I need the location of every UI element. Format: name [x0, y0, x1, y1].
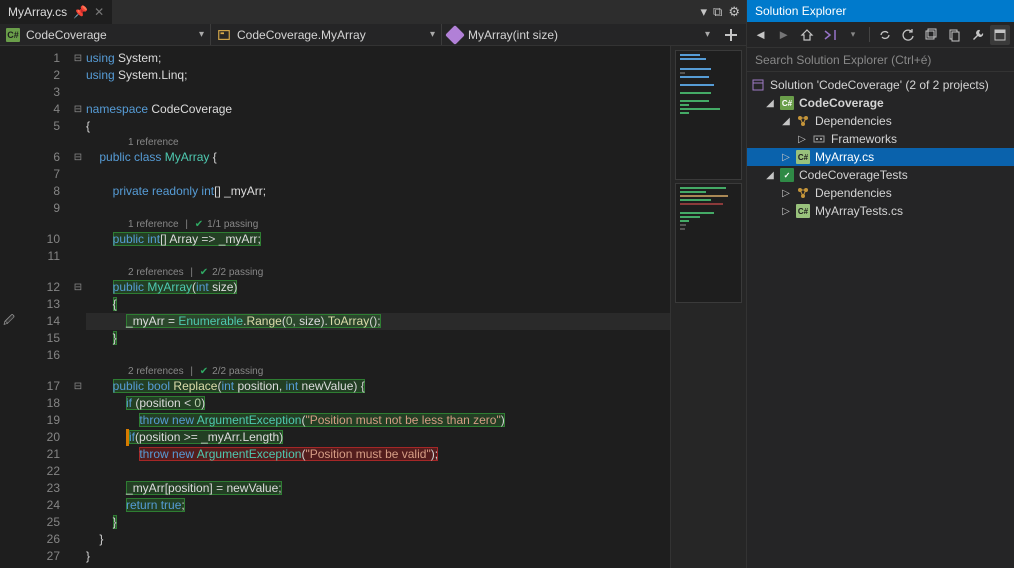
- nav-class-label: CodeCoverage.MyArray: [237, 28, 366, 42]
- codelens-replace[interactable]: 2 references | ✔ 2/2 passing: [86, 364, 670, 378]
- pin-icon[interactable]: 📌: [73, 5, 88, 19]
- caret-right-icon[interactable]: ▷: [781, 188, 791, 199]
- dependencies-icon: [796, 114, 810, 128]
- caret-down-icon[interactable]: ◢: [765, 170, 775, 181]
- tree-file[interactable]: ▷ C# MyArrayTests.cs: [747, 202, 1014, 220]
- forward-button[interactable]: ►: [774, 25, 793, 45]
- solution-tree[interactable]: Solution 'CodeCoverage' (2 of 2 projects…: [747, 72, 1014, 568]
- editor-margin: 🖉: [0, 46, 18, 568]
- tree-label: Frameworks: [831, 132, 897, 146]
- preview-button[interactable]: [990, 25, 1010, 45]
- caret-down-icon[interactable]: ◢: [765, 98, 775, 109]
- class-icon: [217, 28, 231, 42]
- solution-explorer-pane: Solution Explorer ◄ ► ▾: [746, 0, 1014, 568]
- split-icon: [724, 28, 738, 42]
- chevron-down-icon: ▾: [430, 29, 435, 40]
- line-number-gutter[interactable]: 1 2 3 4 5 6 7 8 9 10 11 12 13 14 15 16 1…: [18, 46, 70, 568]
- split-window-button[interactable]: [716, 24, 746, 45]
- csharp-icon: C#: [6, 28, 20, 42]
- tree-label: Dependencies: [815, 186, 892, 200]
- home-icon: [800, 28, 814, 42]
- close-icon[interactable]: ✕: [94, 5, 104, 19]
- solution-search-input[interactable]: Search Solution Explorer (Ctrl+é): [747, 48, 1014, 72]
- code-navigation-bar: C# CodeCoverage ▾ CodeCoverage.MyArray ▾…: [0, 24, 746, 46]
- caret-down-icon[interactable]: ◢: [781, 116, 791, 127]
- switch-views-button[interactable]: [820, 25, 839, 45]
- document-tab-strip: MyArray.cs 📌 ✕ ▾ ⧉ ⚙: [0, 0, 746, 24]
- files-icon: [947, 28, 961, 42]
- tree-label: MyArrayTests.cs: [815, 204, 903, 218]
- nav-namespace-dropdown[interactable]: C# CodeCoverage ▾: [0, 24, 210, 45]
- tree-dependencies[interactable]: ◢ Dependencies: [747, 112, 1014, 130]
- tree-file-selected[interactable]: ▷ C# MyArray.cs: [747, 148, 1014, 166]
- editor-pane: MyArray.cs 📌 ✕ ▾ ⧉ ⚙ C# CodeCoverage ▾ C…: [0, 0, 746, 568]
- code-text-area[interactable]: using System; using System.Linq; namespa…: [86, 46, 670, 568]
- framework-icon: [812, 132, 826, 146]
- tree-label: MyArray.cs: [815, 150, 874, 164]
- caret-right-icon[interactable]: ▷: [781, 206, 791, 217]
- properties-button[interactable]: [968, 25, 988, 45]
- caret-right-icon[interactable]: ▷: [781, 152, 791, 163]
- preview-icon: [993, 28, 1007, 42]
- outline-fold-gutter[interactable]: ⊟⊟ ⊟ ⊟ ⊟: [70, 46, 86, 568]
- tree-label: Dependencies: [815, 114, 892, 128]
- back-button[interactable]: ◄: [751, 25, 770, 45]
- refresh-icon: [901, 28, 915, 42]
- nav-namespace-label: CodeCoverage: [26, 28, 107, 42]
- codelens-class[interactable]: 1 reference: [86, 135, 670, 149]
- settings-gear-icon[interactable]: ⚙: [728, 4, 740, 20]
- caret-right-icon[interactable]: ▷: [797, 134, 807, 145]
- tree-label: CodeCoverageTests: [799, 168, 908, 182]
- method-icon: [448, 28, 462, 42]
- panel-title[interactable]: Solution Explorer: [747, 0, 1014, 22]
- toolbox-split-icon[interactable]: ⧉: [713, 4, 722, 20]
- code-map-scrollbar[interactable]: [670, 46, 746, 568]
- sync-icon: [878, 28, 892, 42]
- code-editor-body: 🖉 1 2 3 4 5 6 7 8 9 10 11 12 13 14 15 16: [0, 46, 746, 568]
- csharp-file-icon: C#: [796, 204, 810, 218]
- panel-title-label: Solution Explorer: [755, 4, 846, 18]
- tree-project[interactable]: ◢ C# CodeCoverage: [747, 94, 1014, 112]
- nav-member-label: MyArray(int size): [468, 28, 558, 42]
- show-all-files-button[interactable]: [945, 25, 964, 45]
- nav-class-dropdown[interactable]: CodeCoverage.MyArray ▾: [211, 24, 441, 45]
- refresh-button[interactable]: [899, 25, 918, 45]
- codelens-array[interactable]: 1 reference | ✔ 1/1 passing: [86, 217, 670, 231]
- collapse-icon: [924, 28, 938, 42]
- tree-label: CodeCoverage: [799, 96, 884, 110]
- quick-action-icon[interactable]: 🖉: [0, 313, 18, 330]
- collapse-all-button[interactable]: [922, 25, 941, 45]
- document-tab[interactable]: MyArray.cs 📌 ✕: [0, 0, 112, 24]
- tree-solution[interactable]: Solution 'CodeCoverage' (2 of 2 projects…: [747, 76, 1014, 94]
- csproj-icon: C#: [780, 96, 794, 110]
- home-button[interactable]: [797, 25, 816, 45]
- sync-button[interactable]: [876, 25, 895, 45]
- toolbar-dropdown[interactable]: ▾: [843, 25, 862, 45]
- tab-overflow-icon[interactable]: ▾: [701, 4, 708, 20]
- nav-member-dropdown[interactable]: MyArray(int size) ▾: [442, 24, 716, 45]
- csharp-file-icon: C#: [796, 150, 810, 164]
- tree-label: Solution 'CodeCoverage' (2 of 2 projects…: [770, 78, 989, 92]
- codelens-ctor[interactable]: 2 references | ✔ 2/2 passing: [86, 265, 670, 279]
- vs-icon: [823, 28, 837, 42]
- tree-frameworks[interactable]: ▷ Frameworks: [747, 130, 1014, 148]
- tree-dependencies[interactable]: ▷ Dependencies: [747, 184, 1014, 202]
- chevron-down-icon: ▾: [199, 29, 204, 40]
- tree-project[interactable]: ◢ ✓ CodeCoverageTests: [747, 166, 1014, 184]
- solution-icon: [751, 78, 765, 92]
- test-project-icon: ✓: [780, 168, 794, 182]
- chevron-down-icon: ▾: [705, 29, 710, 40]
- wrench-icon: [971, 28, 985, 42]
- solution-toolbar: ◄ ► ▾: [747, 22, 1014, 48]
- dependencies-icon: [796, 186, 810, 200]
- document-tab-label: MyArray.cs: [8, 5, 67, 19]
- search-placeholder: Search Solution Explorer (Ctrl+é): [755, 53, 931, 67]
